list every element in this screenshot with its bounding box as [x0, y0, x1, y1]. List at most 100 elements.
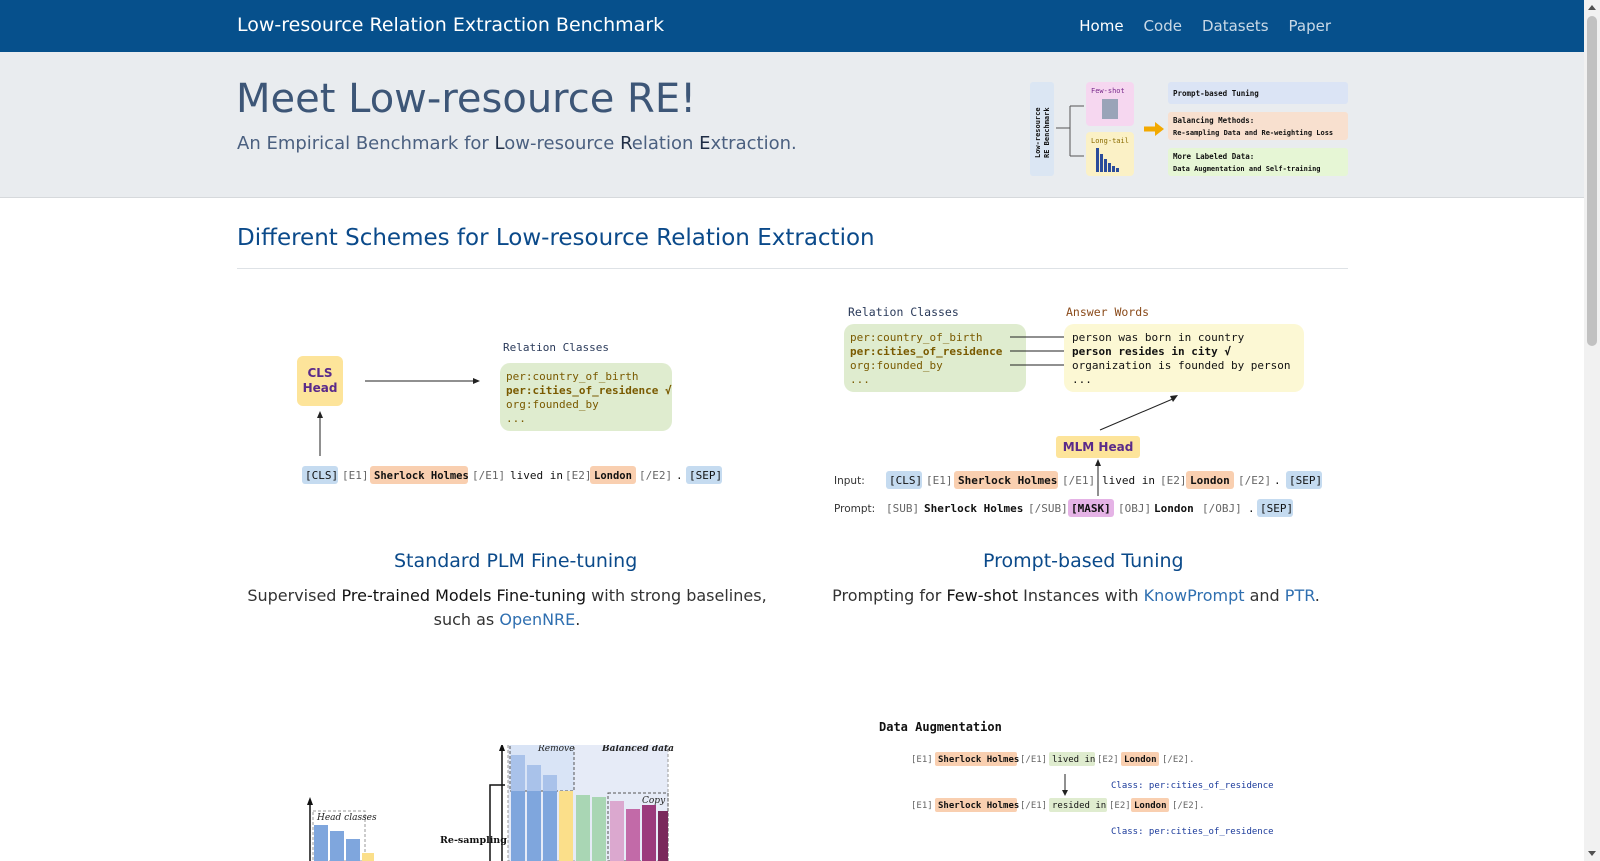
section-divider	[237, 268, 1348, 269]
relation-classes-title: Relation Classes	[848, 305, 959, 319]
svg-text:person resides in city √: person resides in city √	[1072, 345, 1231, 358]
svg-text:lived in: lived in	[1052, 755, 1095, 765]
svg-text:MLM Head: MLM Head	[1063, 440, 1134, 454]
svg-text:[E1]: [E1]	[926, 474, 953, 487]
svg-text:More Labeled Data:: More Labeled Data:	[1173, 152, 1254, 161]
svg-text:...: ...	[1072, 373, 1092, 386]
svg-text:person was born in country: person was born in country	[1072, 331, 1245, 344]
svg-text:London: London	[1124, 755, 1157, 765]
nav-paper[interactable]: Paper	[1289, 17, 1331, 35]
hero-title: Meet Low-resource RE!	[236, 76, 697, 122]
prompt-tuning-figure: Relation Classes per:country_of_birth pe…	[834, 305, 1322, 517]
svg-text:[E2]: [E2]	[565, 469, 592, 482]
svg-text:[E1]: [E1]	[911, 801, 933, 811]
caption-prompt-text: Prompting for Few-shot Instances with Kn…	[832, 586, 1320, 605]
svg-text:[/E1]: [/E1]	[1020, 801, 1047, 811]
svg-text:Data Augmentation and Self-tra: Data Augmentation and Self-training	[1173, 165, 1321, 173]
svg-text:[/E2].: [/E2].	[1162, 755, 1195, 765]
ptr-link[interactable]: PTR	[1285, 586, 1315, 605]
svg-text:Sherlock Holmes: Sherlock Holmes	[374, 470, 469, 482]
svg-text:resided in: resided in	[1052, 801, 1106, 811]
svg-text:.: .	[1274, 474, 1281, 487]
svg-text:[CLS]: [CLS]	[305, 469, 338, 482]
data-augmentation-figure: Data Augmentation [E1] Sherlock Holmes […	[879, 720, 1274, 837]
nav-links: Home Code Datasets Paper	[1079, 17, 1331, 35]
svg-text:Head classes: Head classes	[316, 813, 377, 823]
svg-text:[E1]: [E1]	[342, 469, 369, 482]
svg-text:[/E2].: [/E2].	[1172, 801, 1205, 811]
svg-text:[MASK]: [MASK]	[1071, 502, 1111, 515]
svg-text:...: ...	[850, 373, 870, 386]
svg-text:[E2]: [E2]	[1109, 801, 1131, 811]
svg-text:[/E1]: [/E1]	[472, 469, 505, 482]
augmentation-row-augmented: [E1] Sherlock Holmes [/E1] resided in [E…	[911, 798, 1205, 812]
standard-input-tokens: [CLS] [E1] Sherlock Holmes [/E1] lived i…	[302, 466, 722, 484]
nav-code[interactable]: Code	[1144, 17, 1182, 35]
resampling-label: Re-sampling	[440, 835, 507, 846]
svg-text:[SEP]: [SEP]	[1260, 502, 1293, 515]
svg-text:Re-sampling Data and Re-weight: Re-sampling Data and Re-weighting Loss	[1173, 129, 1333, 137]
svg-text:Sherlock Holmes: Sherlock Holmes	[938, 755, 1019, 765]
prompt-input-tokens: [CLS] [E1] Sherlock Holmes [/E1] lived i…	[886, 471, 1322, 489]
svg-text:London: London	[1134, 801, 1167, 811]
svg-text:[/OBJ]: [/OBJ]	[1202, 502, 1242, 515]
section-title: Different Schemes for Low-resource Relat…	[237, 225, 875, 251]
hero-overview-figure: Low-resource RE Benchmark Few-shot Long-…	[1030, 82, 1348, 176]
data-augmentation-title: Data Augmentation	[879, 720, 1002, 734]
svg-text:Balanced data: Balanced data	[601, 745, 674, 754]
scroll-down-arrow-icon[interactable]	[1588, 851, 1596, 856]
svg-text:Sherlock Holmes: Sherlock Holmes	[958, 474, 1057, 487]
svg-text:[/E1]: [/E1]	[1062, 474, 1095, 487]
svg-text:organization is founded by per: organization is founded by person	[1072, 359, 1291, 372]
svg-text:[/E1]: [/E1]	[1020, 755, 1047, 765]
hero-subtitle: An Empirical Benchmark for Low-resource …	[237, 133, 797, 154]
answer-words-title: Answer Words	[1066, 305, 1149, 319]
svg-text:Copy: Copy	[642, 796, 666, 806]
svg-text:[E2]: [E2]	[1160, 474, 1187, 487]
svg-text:lived in: lived in	[1102, 474, 1155, 487]
class-label-2: Class: per:cities_of_residence	[1111, 827, 1274, 837]
svg-text:Remove: Remove	[537, 745, 574, 754]
svg-text:[SUB]: [SUB]	[886, 502, 919, 515]
svg-text:[E2]: [E2]	[1097, 755, 1119, 765]
prompt-label: Prompt:	[834, 503, 875, 515]
augmentation-row-original: [E1] Sherlock Holmes [/E1] lived in [E2]…	[911, 752, 1195, 766]
caption-standard-text: Supervised Pre-trained Models Fine-tunin…	[247, 586, 767, 629]
balancing-methods-figure: Head classes Re-sampling Remove Balanced…	[307, 745, 674, 861]
svg-text:[/SUB]: [/SUB]	[1028, 502, 1068, 515]
svg-text:London: London	[1154, 502, 1194, 515]
svg-text:Sherlock Holmes: Sherlock Holmes	[938, 801, 1019, 811]
scroll-up-arrow-icon[interactable]	[1588, 5, 1596, 10]
benchmark-root-label-2: RE Benchmark	[1043, 107, 1051, 158]
nav-datasets[interactable]: Datasets	[1202, 17, 1269, 35]
navbar-brand[interactable]: Low-resource Relation Extraction Benchma…	[237, 14, 664, 36]
svg-text:Balancing Methods:: Balancing Methods:	[1173, 116, 1254, 125]
scroll-thumb[interactable]	[1587, 16, 1597, 346]
standard-finetuning-figure: CLS Head Relation Classes per:country_of…	[297, 341, 722, 484]
nav-home[interactable]: Home	[1079, 17, 1123, 35]
svg-text:[/E2]: [/E2]	[639, 469, 672, 482]
svg-text:[SEP]: [SEP]	[689, 469, 722, 482]
document-icon	[1102, 99, 1118, 119]
svg-text:[SEP]: [SEP]	[1289, 474, 1322, 487]
class-label-1: Class: per:cities_of_residence	[1111, 781, 1274, 791]
relation-classes-title: Relation Classes	[503, 341, 609, 354]
svg-text:[E1]: [E1]	[911, 755, 933, 765]
opennre-link[interactable]: OpenNRE	[499, 610, 575, 629]
svg-text:Head: Head	[303, 381, 338, 395]
svg-text:org:founded_by: org:founded_by	[850, 359, 943, 372]
svg-text:per:country_of_birth: per:country_of_birth	[506, 370, 638, 383]
svg-text:per:cities_of_residence: per:cities_of_residence	[850, 345, 1003, 358]
svg-text:per:country_of_birth: per:country_of_birth	[850, 331, 982, 344]
svg-text:lived in: lived in	[510, 469, 563, 482]
page-scrollbar[interactable]	[1584, 0, 1600, 861]
caption-prompt-title: Prompt-based Tuning	[983, 550, 1184, 572]
svg-text:[/E2]: [/E2]	[1238, 474, 1271, 487]
knowprompt-link[interactable]: KnowPrompt	[1144, 586, 1245, 605]
few-shot-label: Few-shot	[1091, 87, 1125, 95]
caption-standard-title: Standard PLM Fine-tuning	[394, 550, 638, 572]
benchmark-root-label-1: Low-resource	[1034, 107, 1042, 158]
svg-text:CLS: CLS	[307, 366, 332, 380]
svg-text:.: .	[676, 469, 683, 482]
svg-text:.: .	[1248, 502, 1255, 515]
